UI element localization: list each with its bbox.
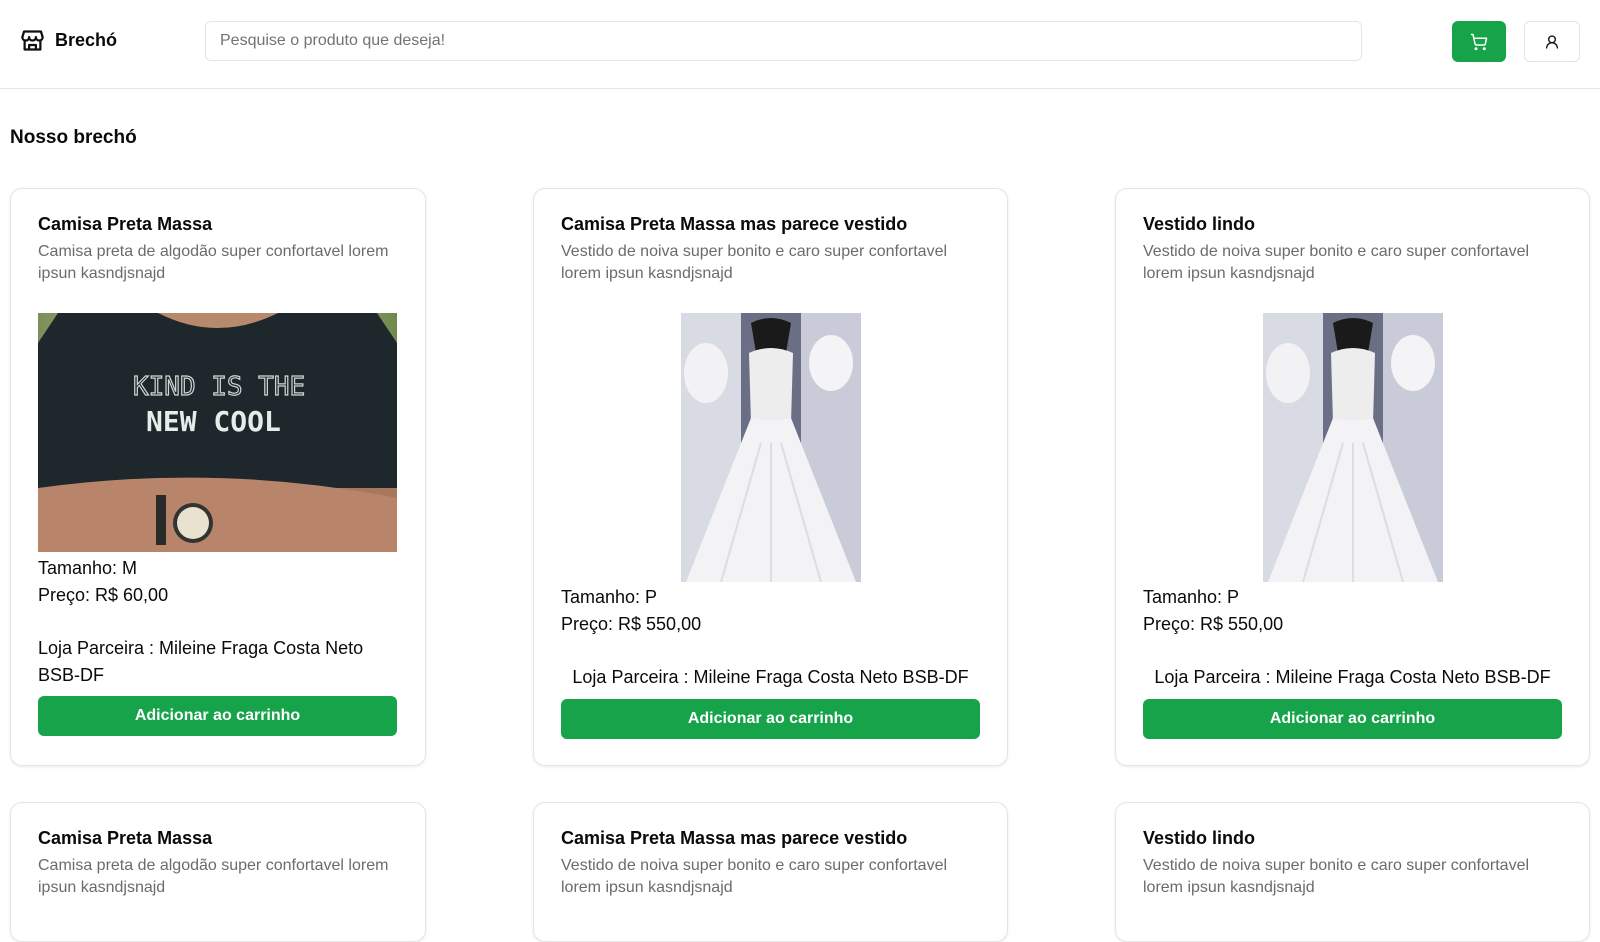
section-title: Nosso brechó [10,127,137,148]
product-description: Vestido de noiva super bonito e caro sup… [1143,243,1530,282]
product-title: Camisa Preta Massa mas parece vestido [561,214,908,234]
svg-text:NEW COOL: NEW COOL [146,405,281,438]
product-title: Camisa Preta Massa [38,828,213,848]
product-image [681,313,861,582]
add-to-cart-button[interactable]: Adicionar ao carrinho [38,696,397,736]
partner-store: Loja Parceira : Mileine Fraga Costa Neto… [38,638,364,685]
partner-store: Loja Parceira : Mileine Fraga Costa Neto… [572,667,969,687]
search-input[interactable] [205,21,1362,61]
product-card: Vestido lindo Vestido de noiva super bon… [1115,802,1590,942]
product-description: Camisa preta de algodão super confortave… [38,857,389,896]
top-navbar: Brechó [0,0,1600,89]
brand-logo[interactable]: Brechó [19,27,117,54]
product-description: Vestido de noiva super bonito e caro sup… [561,857,948,896]
product-title: Camisa Preta Massa mas parece vestido [561,828,908,848]
product-card: Camisa Preta Massa Camisa preta de algod… [10,188,426,766]
product-title: Camisa Preta Massa [38,214,213,234]
user-button[interactable] [1524,21,1580,62]
product-card: Camisa Preta Massa mas parece vestido Ve… [533,188,1008,766]
product-title: Vestido lindo [1143,214,1256,234]
add-to-cart-button[interactable]: Adicionar ao carrinho [1143,699,1562,739]
cart-button[interactable] [1452,21,1506,62]
product-price: Preço: R$ 60,00 [38,585,169,605]
store-icon [21,30,44,51]
partner-store: Loja Parceira : Mileine Fraga Costa Neto… [1154,667,1551,687]
product-title: Vestido lindo [1143,828,1256,848]
product-price: Preço: R$ 550,00 [561,614,702,634]
product-image [1263,313,1443,582]
brand-name: Brechó [55,30,118,50]
product-price: Preço: R$ 550,00 [1143,614,1284,634]
user-icon [1546,34,1558,49]
product-size: Tamanho: P [1143,587,1240,607]
product-image: KIND IS THE NEW COOL [38,313,397,552]
product-description: Camisa preta de algodão super confortave… [38,243,389,282]
shopping-cart-icon [1470,33,1488,50]
product-size: Tamanho: P [561,587,658,607]
product-description: Vestido de noiva super bonito e caro sup… [1143,857,1530,896]
product-card: Vestido lindo Vestido de noiva super bon… [1115,188,1590,766]
product-size: Tamanho: M [38,558,138,578]
product-description: Vestido de noiva super bonito e caro sup… [561,243,948,282]
svg-text:KIND IS THE: KIND IS THE [133,372,305,402]
product-card: Camisa Preta Massa mas parece vestido Ve… [533,802,1008,942]
product-card: Camisa Preta Massa Camisa preta de algod… [10,802,426,942]
add-to-cart-button[interactable]: Adicionar ao carrinho [561,699,980,739]
